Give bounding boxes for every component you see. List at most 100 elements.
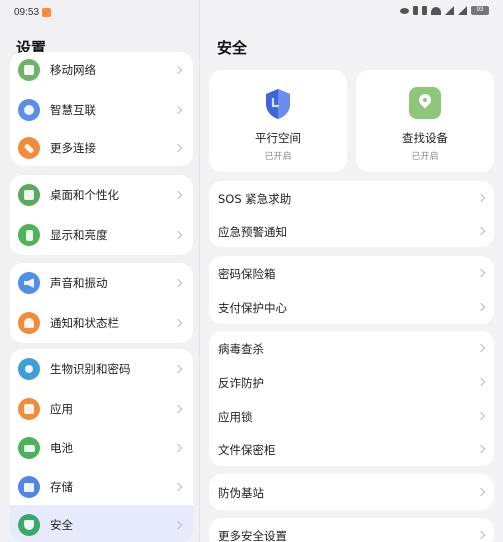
chevron-right-icon [173, 230, 183, 240]
wallpaper-icon [18, 184, 40, 206]
fake-base-station-item[interactable]: 防伪基站 [209, 475, 494, 509]
file-safe-item[interactable]: 文件保密柜 [209, 432, 494, 466]
virus-scan-item[interactable]: 病毒查杀 [209, 331, 494, 365]
app-lock-item[interactable]: 应用锁 [209, 399, 494, 433]
sos-emergency-item[interactable]: SOS 紧急求助 [209, 181, 494, 215]
chevron-right-icon [476, 487, 486, 497]
chevron-right-icon [476, 268, 486, 278]
link-icon [18, 137, 40, 159]
sidebar-item-security[interactable]: 安全 [10, 505, 193, 542]
parallel-space-card[interactable]: 平行空间 已开启 [209, 70, 347, 172]
sidebar-item-label: 存储 [50, 480, 73, 494]
chevron-right-icon [173, 278, 183, 288]
wifi-icon [431, 6, 441, 15]
chevron-right-icon [476, 343, 486, 353]
signal-icon [445, 6, 454, 15]
sidebar-item-smart-connect[interactable]: 智慧互联 [10, 90, 193, 130]
chevron-right-icon [173, 105, 183, 115]
payment-protection-item[interactable]: 支付保护中心 [209, 290, 494, 324]
sidebar-item-biometrics-password[interactable]: 生物识别和密码 [10, 349, 193, 389]
sidebar-item-mobile-network[interactable]: 移动网络 [10, 52, 193, 90]
page-title: 安全 [217, 39, 248, 57]
sidebar-item-label: 移动网络 [50, 63, 96, 77]
storage-icon [18, 476, 40, 498]
password-vault-item[interactable]: 密码保险箱 [209, 256, 494, 290]
item-label: 反诈防护 [218, 376, 264, 390]
item-label: 应急预警通知 [218, 225, 287, 239]
security-icon [18, 514, 40, 536]
status-bar: 09:53 93 [0, 0, 503, 24]
card-name: 平行空间 [255, 131, 301, 145]
key-icon [18, 358, 40, 380]
item-label: 密码保险箱 [218, 267, 276, 281]
alarm-icon [422, 6, 427, 15]
emergency-alert-item[interactable]: 应急预警通知 [209, 214, 494, 247]
sidebar-item-sound-vibration[interactable]: 声音和振动 [10, 263, 193, 303]
chevron-right-icon [476, 193, 486, 203]
chevron-right-icon [173, 443, 183, 453]
sidebar-item-label: 电池 [50, 441, 73, 455]
item-label: 更多安全设置 [218, 529, 287, 542]
sidebar-item-label: 应用 [50, 402, 73, 416]
item-label: 应用锁 [218, 410, 253, 424]
sidebar-item-apps[interactable]: 应用 [10, 389, 193, 429]
item-label: SOS 紧急求助 [218, 192, 292, 206]
chevron-right-icon [476, 444, 486, 454]
eye-icon [400, 7, 409, 14]
sidebar-group-sound: 声音和振动 通知和状态栏 [10, 263, 193, 343]
more-security-settings-item[interactable]: 更多安全设置 [209, 518, 494, 542]
password-payment-group: 密码保险箱 支付保护中心 [209, 256, 494, 324]
mobile-network-icon [18, 59, 40, 81]
card-state: 已开启 [264, 152, 292, 162]
pane-divider [199, 0, 200, 542]
sidebar-item-label: 桌面和个性化 [50, 188, 119, 202]
chevron-right-icon [476, 377, 486, 387]
chevron-right-icon [173, 318, 183, 328]
battery-icon [18, 437, 40, 459]
display-icon [18, 224, 40, 246]
status-time: 09:53 [14, 7, 40, 18]
bell-icon [18, 312, 40, 334]
chevron-right-icon [476, 530, 486, 540]
sidebar-group-display: 桌面和个性化 显示和亮度 [10, 175, 193, 255]
protection-group: 病毒查杀 反诈防护 应用锁 文件保密柜 [209, 331, 494, 466]
item-label: 支付保护中心 [218, 301, 287, 315]
chevron-right-icon [173, 65, 183, 75]
sidebar-item-label: 智慧互联 [50, 103, 96, 117]
battery-level: 93 [471, 6, 489, 15]
sidebar-item-label: 生物识别和密码 [50, 362, 131, 376]
parallel-space-shield-icon [266, 89, 290, 119]
find-device-icon [409, 87, 441, 119]
sidebar-item-label: 声音和振动 [50, 276, 108, 290]
more-security-group: 更多安全设置 [209, 518, 494, 542]
sidebar-item-battery[interactable]: 电池 [10, 428, 193, 468]
card-state: 已开启 [411, 152, 439, 162]
sound-icon [18, 272, 40, 294]
chevron-right-icon [173, 364, 183, 374]
emergency-group: SOS 紧急求助 应急预警通知 [209, 181, 494, 247]
bluetooth-icon [413, 6, 418, 15]
sidebar-item-notifications-statusbar[interactable]: 通知和状态栏 [10, 303, 193, 343]
find-device-card[interactable]: 查找设备 已开启 [356, 70, 494, 172]
smart-connect-icon [18, 99, 40, 121]
chevron-right-icon [476, 411, 486, 421]
sidebar-item-label: 安全 [50, 518, 73, 532]
card-name: 查找设备 [402, 131, 448, 145]
apps-icon [18, 398, 40, 420]
sidebar-item-storage[interactable]: 存储 [10, 467, 193, 507]
fake-base-station-group: 防伪基站 [209, 474, 494, 510]
sidebar-item-more-connections[interactable]: 更多连接 [10, 128, 193, 166]
chevron-right-icon [173, 404, 183, 414]
notification-icon [42, 8, 51, 17]
sidebar-item-label: 更多连接 [50, 141, 96, 155]
sidebar-item-label: 通知和状态栏 [50, 316, 119, 330]
sidebar-group-connectivity: 移动网络 智慧互联 更多连接 [10, 52, 193, 166]
chevron-right-icon [173, 482, 183, 492]
anti-fraud-item[interactable]: 反诈防护 [209, 365, 494, 399]
item-label: 病毒查杀 [218, 342, 264, 356]
chevron-right-icon [173, 190, 183, 200]
sidebar-item-desktop-personalization[interactable]: 桌面和个性化 [10, 175, 193, 215]
sidebar-item-display-brightness[interactable]: 显示和亮度 [10, 215, 193, 255]
chevron-right-icon [173, 143, 183, 153]
system-icons: 93 [400, 6, 489, 15]
